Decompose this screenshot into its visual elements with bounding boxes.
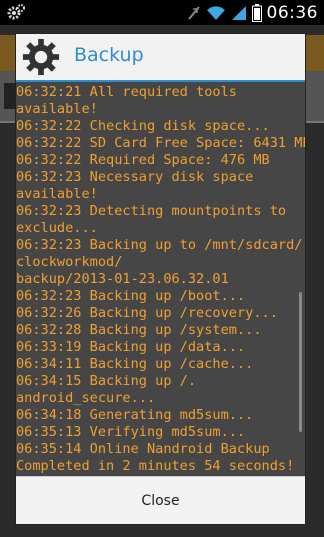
log-line: available! — [16, 101, 98, 117]
log-line: available! — [16, 186, 98, 202]
scrollbar[interactable] — [299, 292, 302, 432]
dialog-title: Backup — [74, 44, 144, 66]
log-line: 06:35:14 Online Nandroid Backup — [16, 441, 270, 457]
wifi-icon — [206, 6, 225, 20]
log-line: 06:34:11 Backing up /cache... — [16, 356, 254, 372]
signal-icon — [187, 6, 200, 20]
log-line: 06:33:19 Backing up /data... — [16, 339, 246, 355]
log-line: Completed in 2 minutes 54 seconds! — [16, 458, 295, 474]
dialog-footer: Close — [16, 476, 305, 524]
dialog-header: Backup — [16, 34, 305, 82]
cellular-icon — [231, 6, 246, 20]
log-line: 06:32:22 SD Card Free Space: 6431 MB — [16, 135, 305, 151]
settings-icon — [7, 4, 25, 20]
log-text: 06:32:21 All required tools available! 06:… — [16, 84, 305, 476]
log-line: android_secure... — [16, 390, 156, 406]
log-line: 06:32:26 Backing up /recovery... — [16, 305, 278, 321]
status-time: 06:36 — [266, 3, 318, 23]
backup-dialog: Backup 06:32:21 All required tools availa… — [16, 34, 305, 524]
log-line: 06:32:23 Backing up to /mnt/sdcard/ — [16, 237, 303, 253]
log-line: backup/2013-01-23.06.32.01 — [16, 271, 229, 287]
log-line: 06:32:28 Backing up /system... — [16, 322, 262, 338]
log-line: 06:35:13 Verifying md5sum... — [16, 424, 246, 440]
log-line: clockworkmod/ — [16, 254, 123, 270]
log-line: 06:32:22 Checking disk space... — [16, 118, 270, 134]
close-button[interactable]: Close — [16, 477, 305, 525]
log-line: exclude... — [16, 220, 98, 236]
backup-log[interactable]: 06:32:21 All required tools available! 06:… — [16, 82, 305, 476]
log-line: 06:32:22 Required Space: 476 MB — [16, 152, 270, 168]
status-bar: 06:36 — [0, 0, 324, 25]
gear-icon — [22, 38, 60, 76]
log-line: 06:32:23 Backing up /boot... — [16, 288, 246, 304]
log-line: 06:32:21 All required tools — [16, 84, 237, 100]
battery-icon — [251, 4, 262, 22]
status-icons: 06:36 — [187, 2, 319, 24]
log-line: 06:32:23 Detecting mountpoints to — [16, 203, 287, 219]
log-line: 06:32:23 Necessary disk space — [16, 169, 254, 185]
log-line: 06:34:18 Generating md5sum... — [16, 407, 254, 423]
log-line: 06:34:15 Backing up /. — [16, 373, 197, 389]
